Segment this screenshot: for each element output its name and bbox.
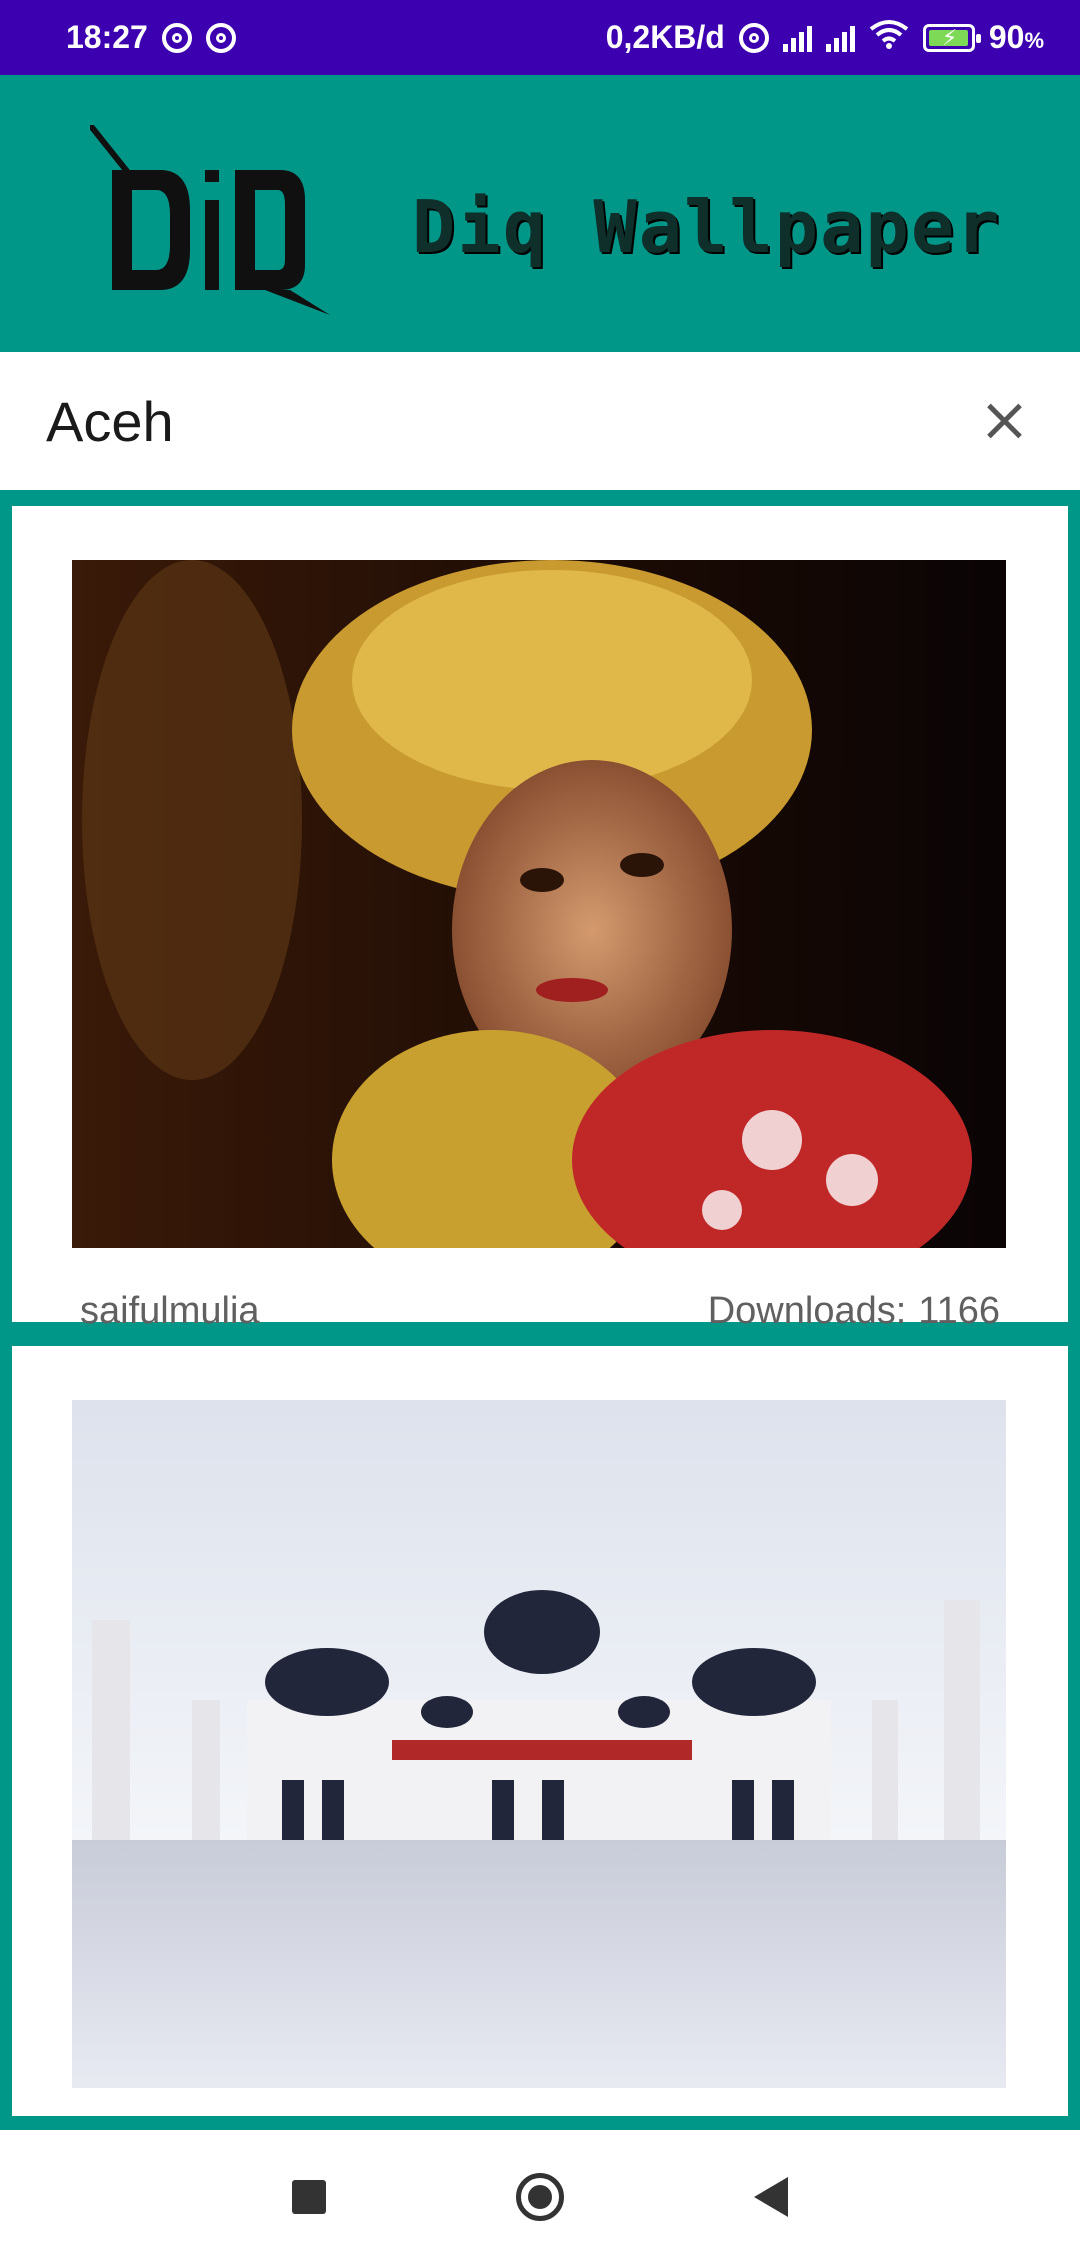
wallpaper-card[interactable]: saifulmulia Downloads: 1166	[12, 506, 1068, 1332]
status-right: 0,2KB/d ⚡ 90%	[606, 19, 1044, 57]
wallpaper-card[interactable]	[12, 1346, 1068, 2116]
status-time: 18:27	[66, 19, 148, 55]
notification-icon-2	[205, 22, 236, 53]
app-title: Diq Wallpaper	[412, 185, 1002, 269]
circle-icon[interactable]	[516, 2173, 564, 2221]
alarm-icon	[738, 22, 769, 53]
wallpaper-meta: saifulmulia Downloads: 1166	[80, 1290, 1000, 1333]
app-logo	[87, 123, 330, 315]
battery-level: 90%	[988, 19, 1044, 55]
wifi-icon	[869, 19, 909, 57]
status-left: 18:27	[66, 19, 236, 56]
author-name: saifulmulia	[80, 1290, 260, 1332]
network-speed: 0,2KB/d	[605, 19, 725, 55]
search-input[interactable]: Aceh	[46, 389, 974, 454]
square-icon[interactable]	[292, 2180, 326, 2214]
triangle-back-icon[interactable]	[754, 2177, 788, 2217]
search-bar[interactable]: Aceh	[0, 352, 1080, 490]
downloads-label: Downloads:	[707, 1290, 907, 1332]
wallpaper-thumbnail[interactable]	[72, 1400, 1006, 2088]
signal-icon	[782, 24, 812, 52]
signal-icon-2	[825, 24, 855, 52]
battery-icon: ⚡	[922, 23, 981, 52]
download-count: Downloads: 1166	[708, 1290, 1000, 1333]
wallpaper-list[interactable]: saifulmulia Downloads: 1166	[0, 490, 1080, 2130]
close-icon[interactable]	[974, 391, 1034, 451]
system-nav-bar	[0, 2130, 1080, 2264]
downloads-value: 1166	[918, 1290, 1000, 1332]
app-bar: Diq Wallpaper	[0, 75, 1080, 352]
notification-icon	[161, 22, 192, 53]
wallpaper-thumbnail[interactable]	[72, 560, 1006, 1248]
status-bar: 18:27 0,2KB/d ⚡ 90%	[0, 0, 1080, 75]
